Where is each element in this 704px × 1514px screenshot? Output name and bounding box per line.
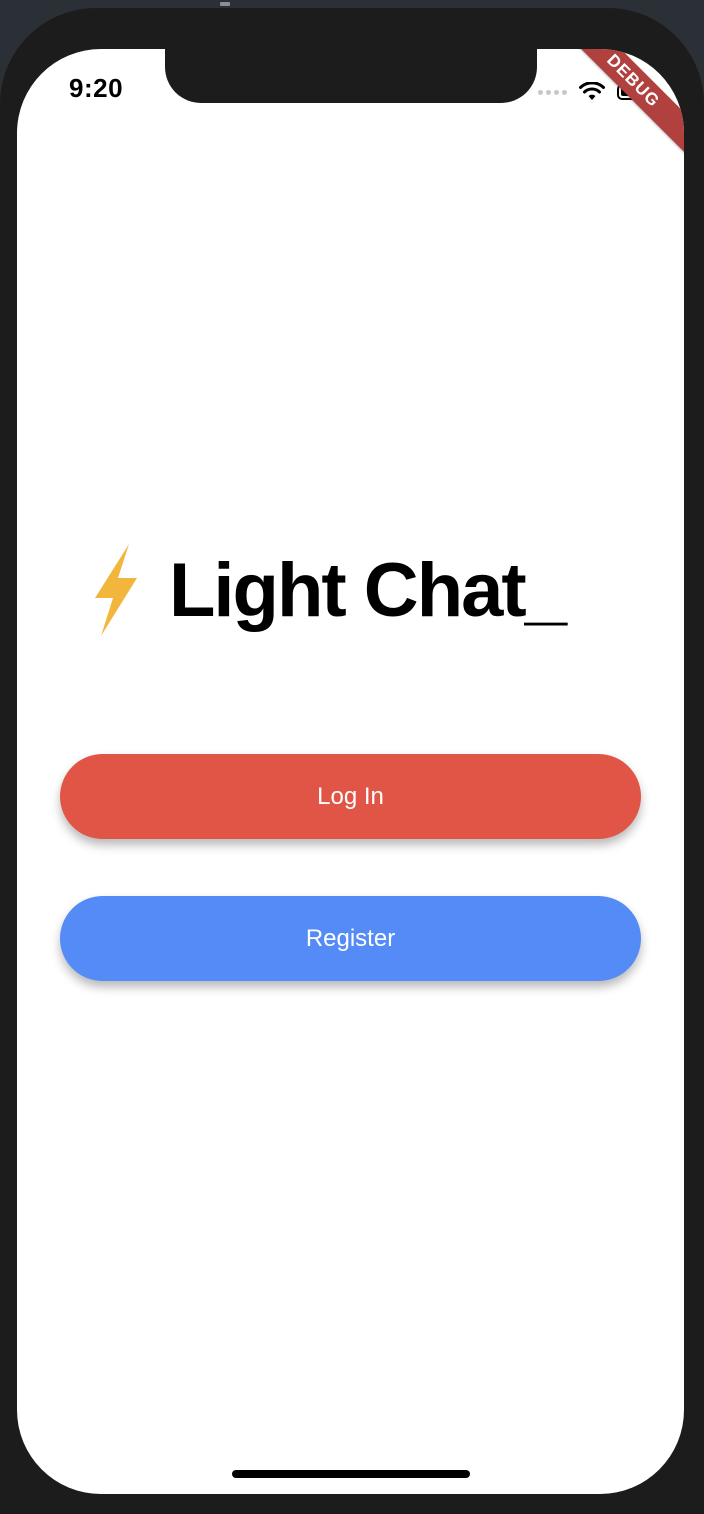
login-button[interactable]: Log In — [60, 754, 641, 839]
signal-dots-icon — [538, 89, 567, 95]
wifi-icon — [579, 82, 605, 100]
register-button[interactable]: Register — [60, 896, 641, 981]
window-handle — [220, 2, 230, 6]
lightning-bolt-icon — [95, 544, 137, 636]
phone-frame: 9:20 DEBUG Light Chat_ Log In Register — [0, 8, 704, 1514]
app-title: Light Chat_ — [169, 547, 567, 633]
status-time: 9:20 — [69, 73, 124, 103]
device-notch — [165, 49, 537, 103]
home-indicator[interactable] — [232, 1470, 470, 1478]
app-brand: Light Chat_ — [87, 535, 567, 645]
app-screen: 9:20 DEBUG Light Chat_ Log In Register — [17, 49, 684, 1494]
